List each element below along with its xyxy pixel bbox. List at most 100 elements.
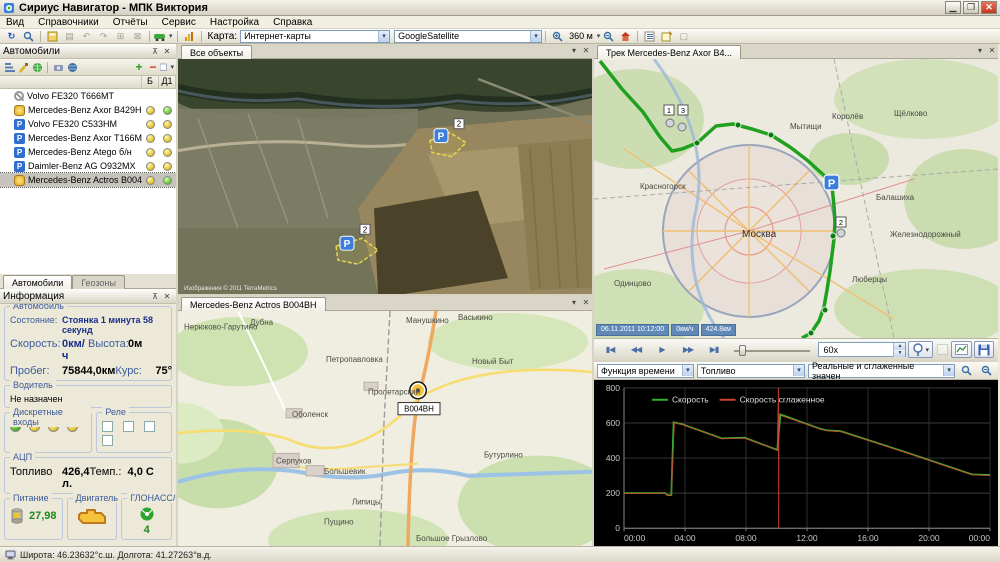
- redo-button[interactable]: ↷: [96, 30, 111, 43]
- notes-button[interactable]: [659, 30, 674, 43]
- timeline-slider[interactable]: [734, 342, 810, 358]
- rewind-button[interactable]: ◀◀: [624, 342, 648, 358]
- status-indicator: [142, 176, 159, 185]
- vehicle-row[interactable]: Mercedes-Benz Axor В429НВ: [0, 103, 176, 117]
- chart-canvas[interactable]: 00:0004:0008:0012:0016:0020:0000:0002004…: [594, 380, 998, 546]
- track-map-canvas[interactable]: 1 3 P 2 МоскваМытищиКор: [594, 59, 998, 338]
- map-source-combo[interactable]: Интернет-карты▾: [240, 30, 390, 43]
- close-panel-icon[interactable]: ✕: [161, 46, 173, 57]
- menu-item[interactable]: Вид: [6, 17, 24, 28]
- undo-button[interactable]: ↶: [79, 30, 94, 43]
- state-label: Состояние:: [10, 315, 62, 335]
- chart-zoom-in-icon[interactable]: [959, 364, 974, 377]
- fast-forward-button[interactable]: ▶▶: [676, 342, 700, 358]
- menu-item[interactable]: Настройка: [210, 17, 259, 28]
- chart-mode-combo[interactable]: Реальные и сглаженные значен▾: [808, 364, 955, 378]
- home-button[interactable]: [618, 30, 633, 43]
- actros-map-canvas[interactable]: В004ВН Нерюково-ГарутиноДубнаМанушкиноВа…: [178, 311, 592, 546]
- minimize-button[interactable]: ▁: [945, 1, 961, 14]
- tab-dropdown-icon[interactable]: ▾: [568, 297, 580, 308]
- menu-item[interactable]: Справка: [273, 17, 312, 28]
- svg-text:2: 2: [363, 225, 368, 234]
- track-speed: 0км/ч: [671, 324, 698, 336]
- favorites-button[interactable]: [45, 30, 60, 43]
- column-b-header[interactable]: Б: [142, 76, 159, 88]
- edit-button[interactable]: ▤: [62, 30, 77, 43]
- relay-checkbox[interactable]: [144, 421, 155, 432]
- remove-vehicle-button[interactable]: −: [146, 61, 160, 74]
- refresh-button[interactable]: ↻: [4, 30, 19, 43]
- zoom-in-icon[interactable]: [550, 30, 565, 43]
- satellite-map-canvas[interactable]: P 2 P 2 Изоб: [178, 59, 592, 294]
- chart-zoom-out-icon[interactable]: [979, 364, 994, 377]
- tab-dropdown-icon[interactable]: ▾: [974, 45, 986, 56]
- vehicle-menu-button[interactable]: ▾: [154, 30, 173, 43]
- brush-icon[interactable]: [16, 61, 30, 74]
- menu-item[interactable]: Сервис: [162, 17, 196, 28]
- show-marker-button[interactable]: ▾: [908, 341, 933, 358]
- sort-icon[interactable]: [2, 61, 16, 74]
- map-place-label: Пролетарский: [368, 387, 420, 396]
- globe-icon[interactable]: [30, 61, 44, 74]
- menu-item[interactable]: Отчёты: [113, 17, 148, 28]
- relay-checkbox[interactable]: [102, 435, 113, 446]
- zoom-level-combo[interactable]: 360 м: [569, 31, 593, 41]
- tab-close-icon[interactable]: ✕: [580, 45, 592, 56]
- skip-end-button[interactable]: ▶▮: [702, 342, 726, 358]
- vehicle-row[interactable]: Daimler-Benz AG О932МХ: [0, 159, 176, 173]
- status-indicator: [159, 162, 176, 171]
- chart-button[interactable]: [951, 341, 972, 358]
- measure-button[interactable]: ⊠: [130, 30, 145, 43]
- relay-checkbox[interactable]: [123, 421, 134, 432]
- menu-item[interactable]: Справочники: [38, 17, 99, 28]
- tab-close-icon[interactable]: ✕: [986, 45, 998, 56]
- tab-track[interactable]: Трек Mercedes-Benz Axor В4...: [597, 45, 741, 59]
- columns-button[interactable]: ▾: [160, 61, 174, 74]
- chart-parameter-combo[interactable]: Топливо▾: [697, 364, 805, 378]
- ruler-button[interactable]: ⊞: [113, 30, 128, 43]
- playback-speed-spinner[interactable]: 60x ▲▼: [818, 342, 906, 357]
- tab-vehicles[interactable]: Автомобили: [3, 275, 72, 289]
- pin-icon[interactable]: ⊼: [149, 291, 161, 302]
- play-button[interactable]: ▶: [650, 342, 674, 358]
- map-place-label: Изображения © 2011 TerraMetrics: [184, 285, 277, 292]
- svg-text:00:00: 00:00: [969, 533, 991, 543]
- vehicle-row[interactable]: Volvo FE320 С533НМ: [0, 117, 176, 131]
- right-column: Трек Mercedes-Benz Axor В4... ▾ ✕: [592, 44, 998, 546]
- zoom-out-icon[interactable]: [601, 30, 616, 43]
- tab-geozones[interactable]: Геозоны: [72, 275, 125, 289]
- close-panel-icon[interactable]: ✕: [161, 291, 173, 302]
- reports-chart-button[interactable]: [182, 30, 197, 43]
- legend-button[interactable]: [642, 30, 657, 43]
- add-vehicle-button[interactable]: +: [132, 61, 146, 74]
- zoom-dropdown-icon[interactable]: ▾: [597, 32, 601, 40]
- column-d1-header[interactable]: Д1: [159, 76, 176, 88]
- search-button[interactable]: [21, 30, 36, 43]
- map-layer-combo[interactable]: GoogleSatellite▾: [394, 30, 542, 43]
- save-button[interactable]: [974, 341, 994, 358]
- camera-icon[interactable]: [51, 61, 65, 74]
- placeholder-button[interactable]: ▢: [676, 30, 691, 43]
- map-place-label: Балашиха: [876, 193, 915, 202]
- track-option-checkbox[interactable]: [935, 343, 949, 356]
- pin-icon[interactable]: ⊼: [149, 46, 161, 57]
- tab-dropdown-icon[interactable]: ▾: [568, 45, 580, 56]
- vehicle-row[interactable]: Volvo FE320 Т666МТ: [0, 89, 176, 103]
- globe2-icon[interactable]: [65, 61, 79, 74]
- restore-button[interactable]: ❐: [963, 1, 979, 14]
- map-place-label: Серпухов: [276, 457, 312, 466]
- map-place-label: Новый Быт: [472, 357, 514, 366]
- tab-all-objects[interactable]: Все объекты: [181, 45, 252, 59]
- vehicle-row[interactable]: Mercedes-Benz Actros В004ВН: [0, 173, 176, 187]
- tab-close-icon[interactable]: ✕: [580, 297, 592, 308]
- vehicle-row[interactable]: Mercedes-Benz Atego б/н: [0, 145, 176, 159]
- relay-checkbox[interactable]: [102, 421, 113, 432]
- close-button[interactable]: ✕: [981, 1, 997, 14]
- skip-start-button[interactable]: ▮◀: [598, 342, 622, 358]
- svg-text:2: 2: [457, 120, 462, 129]
- tab-actros-map[interactable]: Mercedes-Benz Actros В004ВН: [181, 297, 326, 311]
- chart-function-combo[interactable]: Функция времени▾: [597, 364, 694, 378]
- svg-text:P: P: [828, 178, 835, 190]
- vehicle-row[interactable]: Mercedes-Benz Axor Т166МТ: [0, 131, 176, 145]
- vehicle-name: Volvo FE320 Т666МТ: [27, 91, 142, 101]
